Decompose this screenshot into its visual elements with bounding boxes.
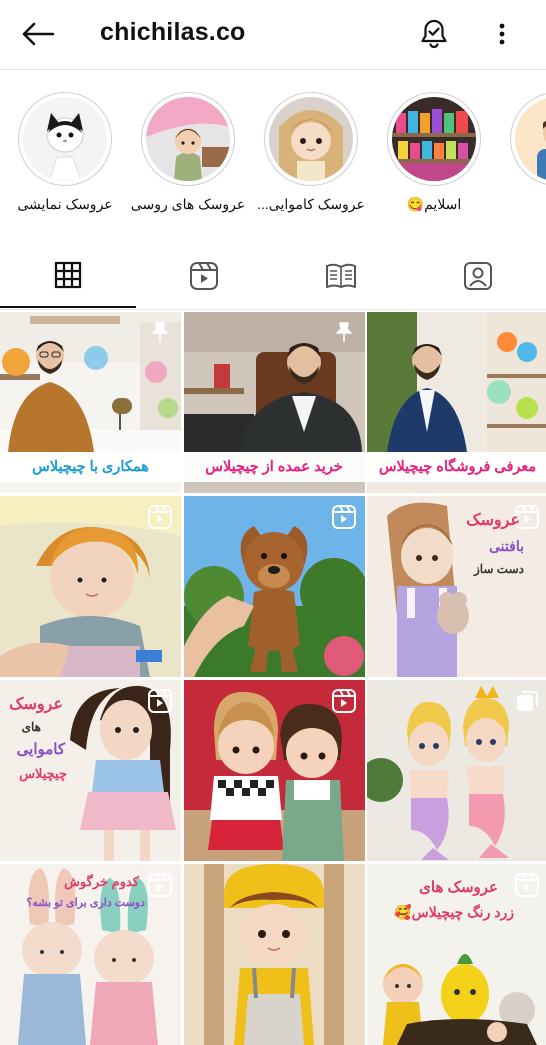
back-button[interactable] (18, 16, 58, 52)
post-overlay-text: زرد رنگ چیچیلاس🥰 (394, 904, 514, 920)
book-icon (326, 263, 356, 288)
post-thumbnail[interactable] (183, 864, 365, 1045)
post-thumbnail[interactable] (183, 496, 365, 677)
highlight-item[interactable]: ه ما (497, 92, 546, 213)
grid-icon (54, 261, 82, 289)
highlight-label: عروسک های روسی (130, 196, 246, 212)
highlight-cover-image (392, 97, 476, 181)
post-overlay-text: چیچیلاس (19, 766, 67, 781)
tagged-person-icon (464, 262, 492, 290)
highlight-cover-image (515, 97, 546, 181)
posts-grid: همکاری با چیچیلاس خرید عمده از چیچیلاس م… (0, 312, 546, 1045)
bell-check-icon (421, 19, 447, 49)
pinned-icon (335, 322, 352, 342)
highlight-item[interactable]: عروسک نمایشی (5, 92, 125, 213)
profile-header: chichilas.co (0, 0, 546, 70)
reel-icon (148, 505, 172, 529)
post-overlay-text: دوست داری برای تو بشه؟ (26, 897, 145, 909)
highlight-cover-image (146, 97, 230, 181)
profile-tabs (0, 244, 546, 310)
highlight-item[interactable]: عروسک های روسی (128, 92, 248, 213)
post-thumbnail[interactable]: عروسک بافتنی دست ساز (367, 496, 546, 677)
post-thumbnail[interactable]: عروسک های کاموایی چیچیلاس (0, 680, 181, 861)
post-caption: معرفی فروشگاه چیچیلاس (367, 452, 546, 482)
highlight-cover-image (269, 97, 353, 181)
story-highlights: عروسک نمایشی عروسک های روسی عروسک کاموای… (0, 92, 546, 222)
post-thumbnail[interactable]: خرید عمده از چیچیلاس (183, 312, 365, 493)
post-caption: همکاری با چیچیلاس (0, 452, 181, 482)
pinned-icon (152, 322, 168, 342)
highlight-item[interactable]: عروسک کاموایی... (251, 92, 371, 213)
post-overlay-title: عروسک های (419, 879, 498, 896)
post-caption: خرید عمده از چیچیلاس (183, 452, 365, 482)
post-overlay-text: کاموایی (16, 741, 65, 758)
reel-icon (331, 689, 356, 713)
tab-guides[interactable] (273, 244, 409, 308)
profile-username: chichilas.co (100, 18, 246, 46)
reel-icon (148, 873, 172, 897)
post-thumbnail[interactable]: کدوم خرگوش دوست داری برای تو بشه؟ (0, 864, 181, 1045)
multi-image-icon (517, 691, 538, 711)
more-options-button[interactable] (488, 16, 516, 52)
tab-reels[interactable] (136, 244, 272, 308)
post-overlay-title: عروسک (466, 512, 520, 529)
reel-icon (331, 505, 356, 529)
more-vertical-icon (499, 23, 505, 45)
highlight-label: ه ما (497, 196, 546, 213)
post-thumbnail[interactable] (0, 496, 181, 677)
tab-posts-grid[interactable] (0, 244, 136, 308)
post-overlay-title: کدوم خرگوش (64, 874, 139, 889)
post-thumbnail[interactable]: عروسک های زرد رنگ چیچیلاس🥰 (367, 864, 546, 1045)
arrow-left-icon (22, 22, 55, 46)
reel-icon (148, 689, 172, 713)
highlight-label: عروسک کاموایی... (257, 196, 365, 212)
post-overlay-title: عروسک (9, 696, 63, 713)
tab-tagged[interactable] (410, 244, 546, 308)
post-overlay-text: دست ساز (473, 562, 524, 576)
highlight-item[interactable]: اسلایم😋 (374, 92, 494, 213)
highlight-label: عروسک نمایشی (17, 196, 113, 212)
post-thumbnail[interactable] (367, 680, 546, 861)
post-thumbnail[interactable]: معرفی فروشگاه چیچیلاس (367, 312, 546, 493)
highlight-label: اسلایم😋 (406, 196, 462, 212)
post-overlay-text: بافتنی (489, 538, 524, 554)
reel-icon (515, 873, 539, 897)
post-thumbnail[interactable]: همکاری با چیچیلاس (0, 312, 181, 493)
post-thumbnail[interactable] (183, 680, 365, 861)
notifications-button[interactable] (416, 16, 452, 52)
reels-icon (190, 262, 218, 290)
highlight-cover-image (23, 97, 107, 181)
post-overlay-text: های (21, 720, 41, 734)
